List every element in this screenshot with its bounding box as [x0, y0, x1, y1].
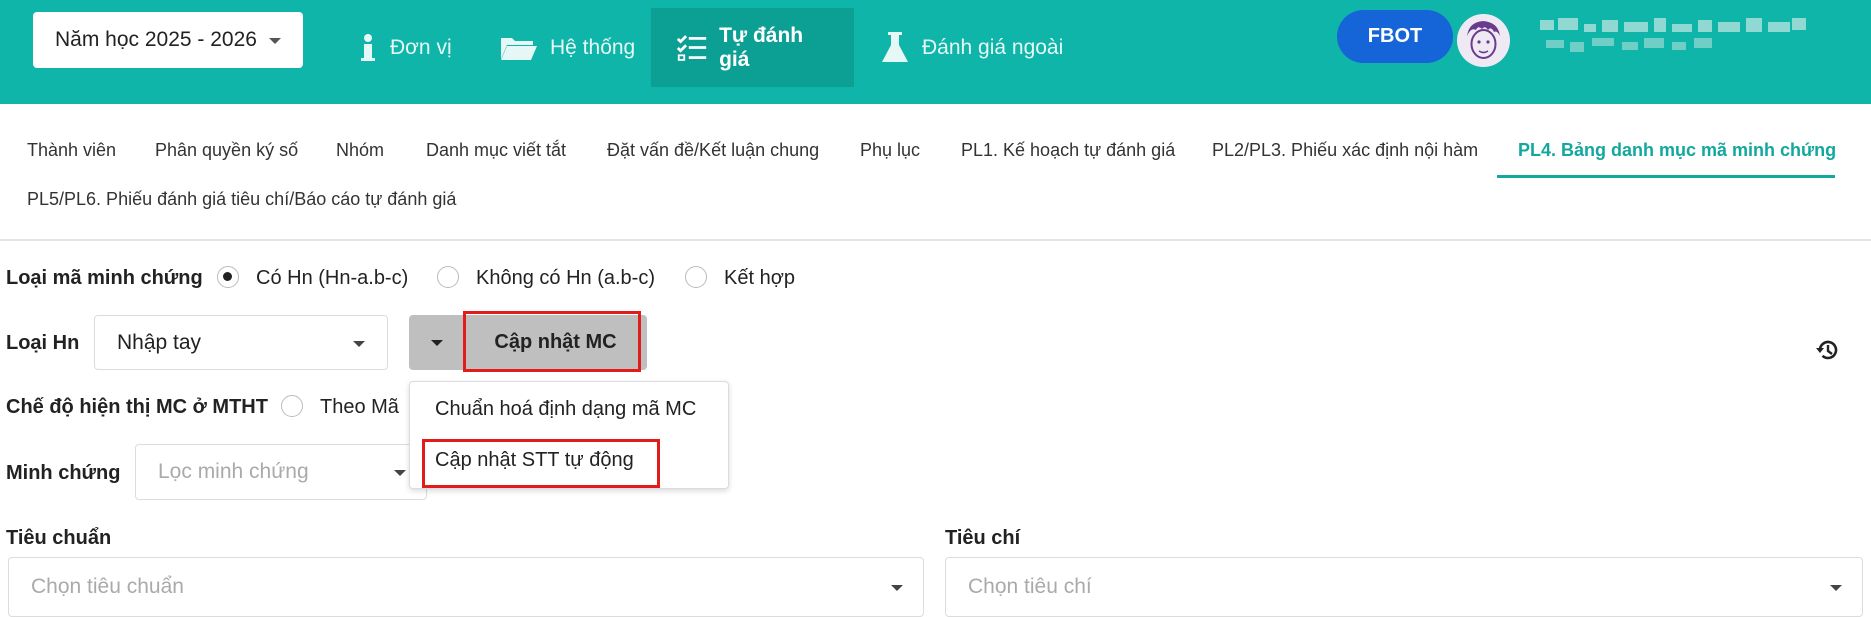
highlight-update-button — [463, 311, 641, 372]
chevron-down-icon — [353, 341, 365, 347]
chevron-down-icon — [269, 38, 281, 44]
top-header: Năm học 2025 - 2026 Đơn vị Hệ thống Tự đ… — [0, 0, 1871, 104]
active-tab-indicator — [1497, 175, 1835, 178]
school-year-select[interactable]: Năm học 2025 - 2026 — [33, 12, 303, 68]
minh-chung-label: Minh chứng — [6, 462, 121, 484]
update-dropdown-toggle[interactable] — [409, 315, 464, 370]
nav-danh-gia-ngoai[interactable]: Đánh giá ngoài — [880, 8, 1063, 87]
info-icon — [361, 33, 375, 61]
avatar[interactable] — [1457, 14, 1510, 67]
history-icon[interactable] — [1815, 337, 1841, 363]
flask-icon — [882, 31, 908, 62]
nav-label: Tự đánh giá — [719, 23, 804, 71]
tab-pl1[interactable]: PL1. Kế hoạch tự đánh giá — [961, 140, 1175, 161]
tab-pl5-pl6[interactable]: PL5/PL6. Phiếu đánh giá tiêu chí/Báo cáo… — [27, 189, 456, 210]
highlight-menu-item — [422, 439, 660, 488]
fbot-button[interactable]: FBOT — [1337, 10, 1453, 63]
tab-danh-muc-viet-tat[interactable]: Danh mục viết tắt — [426, 140, 566, 161]
tab-dat-van-de[interactable]: Đặt vấn đề/Kết luận chung — [607, 140, 819, 161]
nav-label: Đánh giá ngoài — [922, 35, 1064, 59]
tieu-chi-placeholder: Chọn tiêu chí — [968, 575, 1092, 598]
radio-theo-ma[interactable] — [281, 395, 303, 417]
radio-co-hn[interactable] — [217, 266, 239, 288]
loai-hn-select[interactable]: Nhập tay — [94, 315, 388, 370]
user-avatar-icon — [1457, 14, 1510, 67]
minh-chung-filter[interactable]: Lọc minh chứng — [135, 444, 427, 500]
tab-thanh-vien[interactable]: Thành viên — [27, 140, 116, 161]
nav-don-vi[interactable]: Đơn vị — [358, 8, 452, 87]
tab-phan-quyen-ky-so[interactable]: Phân quyền ký số — [155, 140, 298, 161]
tieu-chuan-select[interactable]: Chọn tiêu chuẩn — [8, 557, 924, 617]
radio-ket-hop-label[interactable]: Kết hợp — [724, 267, 795, 290]
chevron-down-icon — [394, 470, 406, 476]
radio-khong-co-hn-label[interactable]: Không có Hn (a.b-c) — [476, 267, 655, 290]
loai-hn-value: Nhập tay — [117, 330, 202, 354]
che-do-label: Chế độ hiện thị MC ở MTHT — [6, 396, 268, 418]
radio-khong-co-hn[interactable] — [437, 266, 459, 288]
nav-label: Hệ thống — [550, 35, 636, 59]
menu-item-chuan-hoa[interactable]: Chuẩn hoá định dạng mã MC — [435, 398, 696, 421]
minh-chung-placeholder: Lọc minh chứng — [158, 460, 309, 483]
tieu-chi-label: Tiêu chí — [945, 527, 1021, 549]
loai-ma-label: Loại mã minh chứng — [6, 267, 203, 289]
nav-tu-danh-gia[interactable]: Tự đánh giá — [651, 8, 854, 87]
folder-icon — [501, 37, 537, 60]
chevron-down-icon — [1830, 585, 1842, 591]
tab-nhom[interactable]: Nhóm — [336, 140, 384, 161]
tab-pl4[interactable]: PL4. Bảng danh mục mã minh chứng — [1518, 140, 1836, 161]
tab-phu-luc[interactable]: Phụ lục — [860, 140, 920, 161]
radio-theo-ma-label[interactable]: Theo Mã — [320, 396, 399, 419]
checklist-icon — [676, 34, 707, 61]
nav-he-thong[interactable]: Hệ thống — [500, 8, 635, 87]
tieu-chuan-label: Tiêu chuẩn — [6, 527, 112, 549]
tieu-chi-select[interactable]: Chọn tiêu chí — [945, 557, 1863, 617]
tab-pl2-pl3[interactable]: PL2/PL3. Phiếu xác định nội hàm — [1212, 140, 1478, 161]
loai-hn-label: Loại Hn — [6, 332, 80, 354]
radio-co-hn-label[interactable]: Có Hn (Hn-a.b-c) — [256, 267, 408, 290]
chevron-down-icon — [431, 340, 443, 346]
school-year-value: Năm học 2025 - 2026 — [55, 28, 257, 51]
chevron-down-icon — [891, 585, 903, 591]
tieu-chuan-placeholder: Chọn tiêu chuẩn — [31, 575, 184, 598]
blurred-user-name — [1540, 18, 1806, 52]
section-tabs: Thành viên Phân quyền ký số Nhóm Danh mụ… — [0, 104, 1871, 241]
radio-ket-hop[interactable] — [685, 266, 707, 288]
nav-label: Đơn vị — [390, 35, 452, 59]
